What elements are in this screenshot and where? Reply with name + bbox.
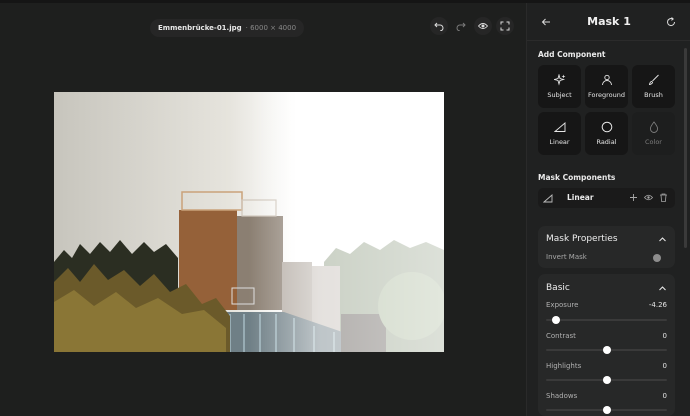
file-info-pill: Emmenbrücke-01.jpg · 6000 × 4000	[150, 19, 305, 37]
trash-icon[interactable]	[659, 193, 668, 202]
mask-properties-card: Mask Properties Invert Mask	[538, 226, 675, 268]
undo-icon	[434, 22, 444, 31]
basic-title[interactable]: Basic	[546, 283, 570, 293]
linear-gradient-icon	[543, 194, 553, 203]
component-foreground-button[interactable]: Foreground	[585, 65, 628, 108]
basic-card: Basic Exposure -4.26 Contrast 0 Highligh…	[538, 274, 675, 416]
redo-icon	[456, 22, 466, 31]
reset-icon	[667, 17, 676, 27]
eye-icon[interactable]	[644, 193, 653, 202]
component-brush-button[interactable]: Brush	[632, 65, 675, 108]
add-component-title: Add Component	[538, 50, 606, 59]
undo-button[interactable]	[430, 17, 448, 35]
slider-track[interactable]	[546, 346, 667, 354]
mask-properties-title[interactable]: Mask Properties	[546, 234, 618, 244]
reset-mask-button[interactable]	[664, 15, 678, 29]
chevron-up-icon[interactable]	[658, 235, 667, 244]
photo-scene	[54, 92, 444, 352]
panel-scrollbar[interactable]	[684, 48, 687, 248]
component-label: Brush	[644, 91, 663, 99]
slider-label: Exposure	[546, 301, 579, 309]
linear-gradient-icon	[553, 122, 565, 132]
component-label: Linear	[549, 138, 570, 146]
slider-track[interactable]	[546, 376, 667, 384]
component-linear-button[interactable]: Linear	[538, 112, 581, 155]
slider-thumb[interactable]	[602, 406, 611, 414]
invert-mask-label: Invert Mask	[546, 253, 587, 261]
mask-panel: Mask 1 Add Component Subject Foreground …	[526, 3, 690, 416]
slider-value[interactable]: 0	[663, 362, 667, 370]
component-color-button[interactable]: Color	[632, 112, 675, 155]
slider-value[interactable]: 0	[663, 392, 667, 400]
sparkle-icon	[553, 74, 565, 86]
slider-label: Contrast	[546, 332, 576, 340]
file-name: Emmenbrücke-01.jpg	[158, 24, 242, 32]
invert-mask-toggle[interactable]	[653, 254, 661, 262]
slider-track[interactable]	[546, 316, 667, 324]
component-label: Color	[645, 138, 662, 146]
component-label: Subject	[547, 91, 572, 99]
slider-thumb[interactable]	[602, 346, 611, 354]
slider-thumb[interactable]	[551, 316, 560, 324]
mask-components-title: Mask Components	[538, 173, 616, 182]
mask-component-label: Linear	[567, 193, 594, 202]
slider-track[interactable]	[546, 406, 667, 414]
preview-toggle-button[interactable]	[474, 17, 492, 35]
circle-icon	[601, 121, 612, 133]
panel-header: Mask 1	[527, 3, 690, 41]
plus-icon[interactable]	[629, 193, 638, 202]
eye-icon	[478, 23, 488, 29]
redo-button[interactable]	[452, 17, 470, 35]
component-label: Foreground	[587, 91, 625, 99]
app-window: Emmenbrücke-01.jpg · 6000 × 4000 Mask 1 …	[0, 0, 690, 416]
chevron-up-icon[interactable]	[658, 284, 667, 293]
component-subject-button[interactable]: Subject	[538, 65, 581, 108]
slider-label: Shadows	[546, 392, 578, 400]
droplet-icon	[649, 121, 658, 133]
image-canvas[interactable]: Emmenbrücke-01.jpg · 6000 × 4000	[0, 3, 526, 416]
slider-value[interactable]: 0	[663, 332, 667, 340]
edited-photo	[54, 92, 444, 352]
fullscreen-icon	[500, 21, 510, 31]
file-dimensions: · 6000 × 4000	[245, 24, 297, 32]
component-radial-button[interactable]: Radial	[585, 112, 628, 155]
fullscreen-button[interactable]	[496, 17, 514, 35]
mask-component-row-linear[interactable]: Linear	[538, 188, 675, 208]
component-label: Radial	[596, 138, 617, 146]
brush-icon	[648, 74, 659, 86]
slider-label: Highlights	[546, 362, 582, 370]
slider-thumb[interactable]	[602, 376, 611, 384]
person-icon	[601, 74, 612, 86]
slider-value[interactable]: -4.26	[649, 301, 667, 309]
